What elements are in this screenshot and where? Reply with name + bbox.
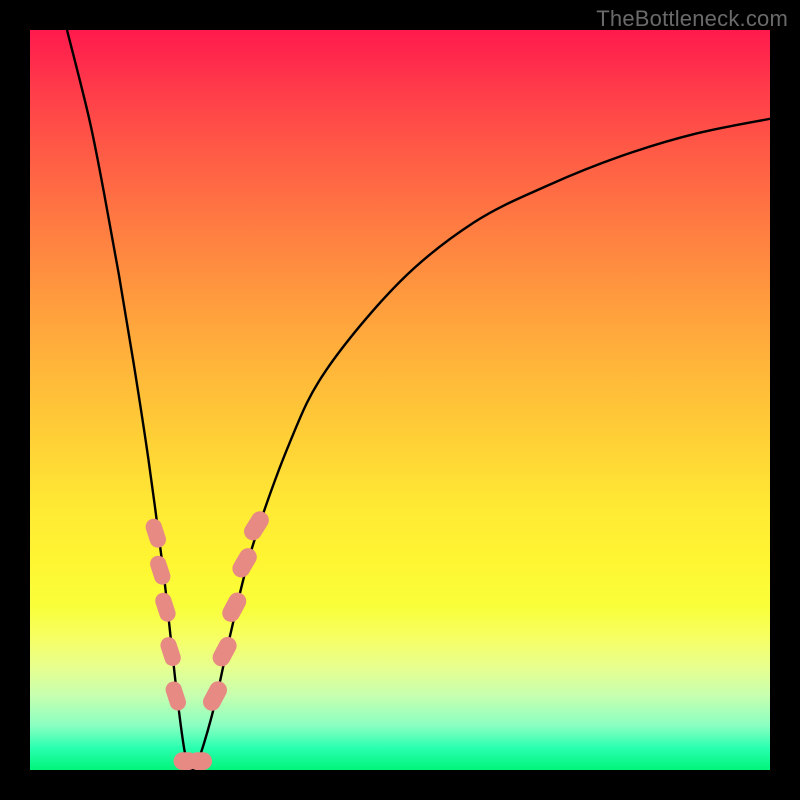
data-marker	[148, 554, 173, 587]
data-marker	[200, 678, 230, 714]
bottleneck-curve	[30, 30, 770, 770]
watermark-text: TheBottleneck.com	[596, 6, 788, 32]
data-marker	[188, 752, 212, 770]
plot-area	[30, 30, 770, 770]
data-marker	[241, 508, 273, 544]
chart-frame: TheBottleneck.com	[0, 0, 800, 800]
data-marker	[153, 591, 178, 624]
data-marker	[229, 545, 260, 581]
data-marker	[163, 679, 188, 712]
data-marker	[143, 517, 168, 550]
data-marker	[219, 589, 249, 625]
data-marker	[158, 635, 183, 668]
data-marker	[209, 634, 239, 670]
